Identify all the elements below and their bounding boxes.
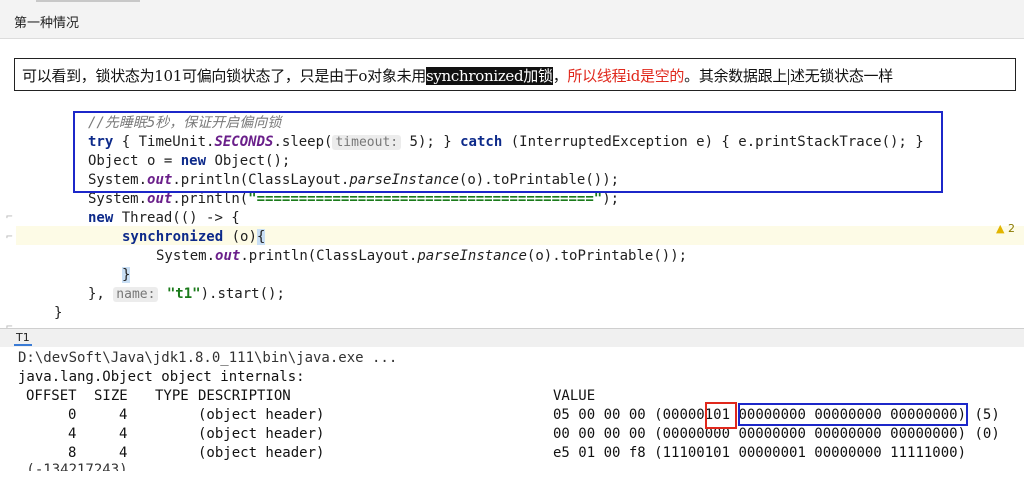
text-cursor [788,69,790,85]
annotation-box-red [705,402,737,429]
code-text: .println( [172,191,249,207]
code-text: ); [602,191,620,207]
row-value: 00 00 00 00 (00000000 00000000 00000000 … [553,425,1000,444]
console-cut-line: (-134217243) [18,462,128,471]
annotation-box-blue [73,111,943,193]
keyword: new [88,210,114,226]
string-literal: "=======================================… [248,191,603,207]
note-red: 所以线程id是空的 [567,67,685,85]
col-type: TYPE [155,388,189,404]
note-part2: ， [552,67,568,85]
code-line: System.out.println(ClassLayout.parseInst… [156,247,687,266]
tab-strip [36,0,140,2]
static-field: out [215,248,241,264]
col-size: SIZE [94,388,128,404]
code-text: } [54,305,63,321]
fold-marker: ⌐ [6,230,13,243]
console-line: java.lang.Object object internals: [18,369,305,385]
note-highlight: synchronized加锁 [425,67,553,85]
hex-value: e5 01 00 f8 [553,445,646,461]
bits: (00000000 00000000 00000000 00000000) [654,426,967,442]
code-line: } [54,304,62,323]
row-description: (object header) [198,407,325,423]
static-field: out [147,191,173,207]
code-line: new Thread(() -> { [88,209,240,228]
parameter-hint: name: [113,287,159,302]
keyword: synchronized [122,229,224,245]
warning-icon: ▲ [996,222,1005,235]
fold-marker: ⌐ [6,210,13,223]
matched-brace: } [122,267,131,283]
code-line: synchronized (o){ [122,228,266,247]
code-text: .println(ClassLayout. [240,248,418,264]
col-offset: OFFSET [26,388,77,404]
row-size: 4 [119,426,128,442]
decimal-value: (5) [966,407,1000,423]
string-literal: "t1" [166,286,201,302]
warning-count: 2 [1007,222,1015,235]
top-bar: 第一种情况 [0,0,1024,39]
note-box: 可以看到，锁状态为101可偏向锁状态了，只是由于o对象未用synchronize… [14,58,1016,91]
note-part4: 述无锁状态一样 [790,67,893,85]
page-title: 第一种情况 [14,16,80,31]
row-description: (object header) [198,426,325,442]
hex-value: 05 00 00 00 [553,407,646,423]
code-line: }, name: "t1").start(); [88,285,285,304]
bits-prefix: (00000 [654,407,705,423]
console-cmd: D:\devSoft\Java\jdk1.8.0_111\bin\java.ex… [18,350,398,366]
row-value: e5 01 00 f8 (11100101 00000001 00000000 … [553,444,966,463]
col-value: VALUE [553,388,596,404]
annotation-box-blue-console [738,403,968,426]
col-description: DESCRIPTION [198,388,291,404]
code-text: (o) [223,229,257,245]
bits: (11100101 00000001 00000000 11111000) [654,445,967,461]
hex-value: 00 00 00 00 [553,426,646,442]
run-tool-bar: T1 [0,328,1024,348]
matched-brace: { [256,229,266,245]
run-tab[interactable]: T1 [14,331,32,346]
console-output[interactable]: D:\devSoft\Java\jdk1.8.0_111\bin\java.ex… [0,347,1024,495]
warning-indicator[interactable]: ▲ 2 [996,222,1015,235]
decimal-value: (0) [966,426,1000,442]
code-text: System. [156,248,216,264]
row-description: (object header) [198,445,325,461]
note-text: 可以看到，锁状态为101可偏向锁状态了，只是由于o对象未用synchronize… [22,65,893,86]
code-text: }, [88,286,114,302]
code-line: } [122,266,131,285]
note-part1: 可以看到，锁状态为101可偏向锁状态了，只是由于o对象未用 [22,67,426,85]
code-text: ).start(); [200,286,285,302]
code-editor[interactable]: ⌐ ⌐ ⌐ ▲ 2 //先睡眠5秒，保证开启偏向锁 try { TimeUnit… [0,106,1024,333]
row-offset: 0 [68,407,77,423]
note-part3: 。其余数据跟上 [684,67,788,85]
row-offset: 4 [68,426,77,442]
static-method: parseInstance [417,248,527,264]
row-size: 4 [119,407,128,423]
code-text: (o).toPrintable()); [526,248,688,264]
code-text: Thread(() -> { [113,210,240,226]
code-text: System. [88,191,148,207]
